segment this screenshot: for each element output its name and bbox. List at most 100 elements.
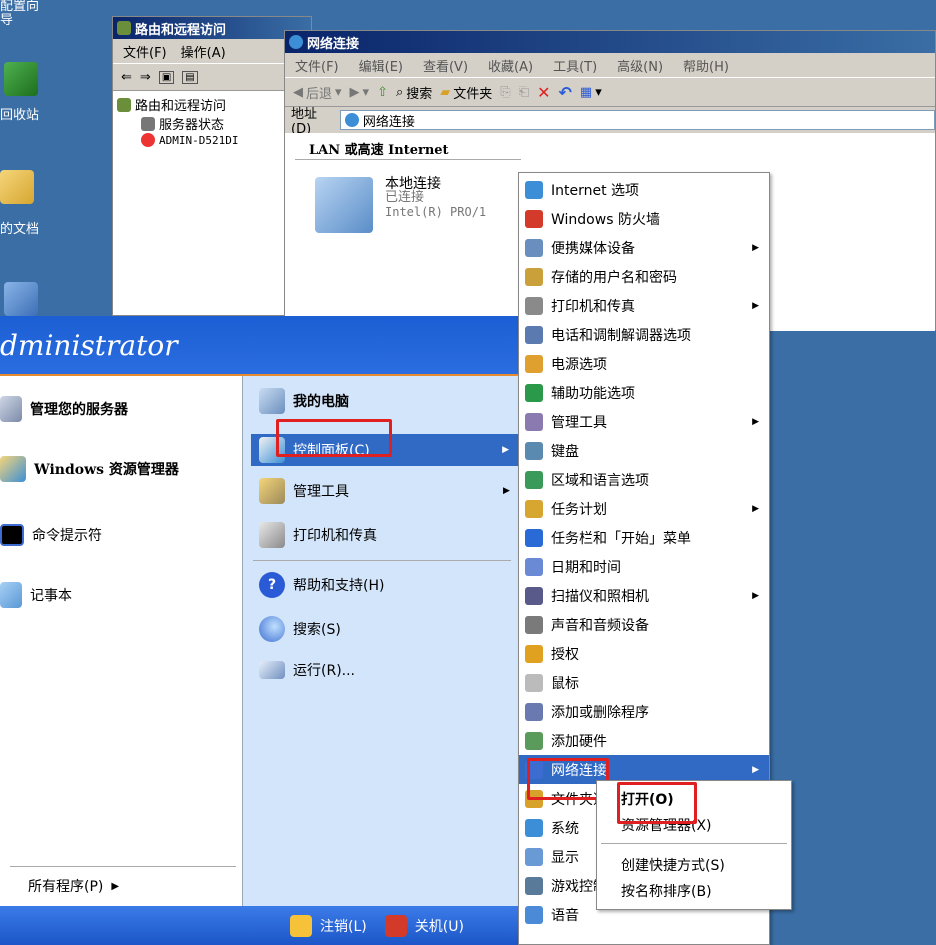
cp-item-label: Windows 防火墙 xyxy=(551,211,660,228)
menu-view[interactable]: 查看(V) xyxy=(423,56,468,75)
arrow-right-icon: ▶ xyxy=(752,590,759,601)
forward-arrow-icon[interactable]: ⇒ xyxy=(140,70,151,85)
cp-item[interactable]: 键盘 xyxy=(519,436,769,465)
rras-menu-file[interactable]: 文件(F) xyxy=(123,42,167,61)
menu-favorites[interactable]: 收藏(A) xyxy=(488,56,533,75)
cp-item[interactable]: 鼠标 xyxy=(519,668,769,697)
delete-icon[interactable]: ✕ xyxy=(537,83,550,102)
undo-icon[interactable]: ↶ xyxy=(559,83,572,102)
item-notepad[interactable]: 记事本 xyxy=(0,582,72,608)
cp-item[interactable]: 扫描仪和照相机 ▶ xyxy=(519,581,769,610)
tree-root[interactable]: 路由和远程访问 xyxy=(117,95,307,114)
menu-advanced[interactable]: 高级(N) xyxy=(617,56,663,75)
desktop-item-recycle-bin[interactable]: 回收站 xyxy=(0,62,70,123)
views-button[interactable]: ▦ ▾ xyxy=(580,85,602,100)
forward-button[interactable]: ▶ ▾ xyxy=(350,85,370,100)
rras-titlebar[interactable]: 路由和远程访问 xyxy=(113,17,311,39)
menu-edit[interactable]: 编辑(E) xyxy=(359,56,403,75)
shutdown-button[interactable]: 关机(U) xyxy=(384,914,464,937)
cp-item[interactable]: Internet 选项 xyxy=(519,175,769,204)
item-manage-server[interactable]: 管理您的服务器 xyxy=(0,396,128,422)
item-command-prompt[interactable]: 命令提示符 xyxy=(0,524,102,546)
tree-admin-server[interactable]: ADMIN-D521DI xyxy=(141,133,307,147)
cp-item-label: 便携媒体设备 xyxy=(551,240,635,257)
ctx-create-shortcut[interactable]: 创建快捷方式(S) xyxy=(621,855,725,875)
rras-icon xyxy=(117,21,131,35)
cp-item-icon xyxy=(525,180,543,199)
all-programs-button[interactable]: 所有程序(P) ▶ xyxy=(28,876,119,896)
cp-item-label: 显示 xyxy=(551,849,579,866)
rras-window: 路由和远程访问 文件(F) 操作(A) ⇐ ⇒ ▣ ▤ 路由和远程访问 服务器状… xyxy=(112,16,312,316)
left-divider xyxy=(10,866,236,867)
move-to-button[interactable]: ⎘ xyxy=(500,85,510,100)
menu-tools[interactable]: 工具(T) xyxy=(553,56,597,75)
logoff-button[interactable]: 注销(L) xyxy=(290,914,367,937)
up-button[interactable]: ⇧ xyxy=(377,85,388,100)
cp-item-icon xyxy=(525,876,543,895)
cp-item-icon xyxy=(525,209,543,228)
cp-item-icon xyxy=(525,557,543,576)
cp-item[interactable]: 任务计划 ▶ xyxy=(519,494,769,523)
item-admin-tools[interactable]: 管理工具 ▶ xyxy=(259,478,510,504)
netconn-titlebar[interactable]: 网络连接 xyxy=(285,31,935,53)
cp-item[interactable]: 电话和调制解调器选项 xyxy=(519,320,769,349)
cp-item-icon xyxy=(525,470,543,489)
search-icon xyxy=(259,616,285,642)
address-field[interactable]: 网络连接 xyxy=(339,110,935,130)
views-icon: ▦ xyxy=(579,84,593,100)
tree-server-status[interactable]: 服务器状态 xyxy=(141,114,307,133)
cp-item-label: 声音和音频设备 xyxy=(551,617,649,634)
cp-item[interactable]: 添加硬件 xyxy=(519,726,769,755)
computer-icon[interactable] xyxy=(4,282,38,316)
cp-item-icon xyxy=(525,673,543,692)
cp-item[interactable]: 声音和音频设备 xyxy=(519,610,769,639)
item-help[interactable]: ? 帮助和支持(H) xyxy=(259,572,384,598)
cp-item[interactable]: 区域和语言选项 xyxy=(519,465,769,494)
cp-item-icon xyxy=(525,296,543,315)
menu-help[interactable]: 帮助(H) xyxy=(683,56,729,75)
rras-title: 路由和远程访问 xyxy=(135,22,227,38)
cp-item[interactable]: 管理工具 ▶ xyxy=(519,407,769,436)
folders-button[interactable]: ▰ 文件夹 xyxy=(440,83,492,102)
cp-item[interactable]: 授权 xyxy=(519,639,769,668)
cp-item[interactable]: 存储的用户名和密码 xyxy=(519,262,769,291)
cp-item-label: 添加硬件 xyxy=(551,733,607,750)
cp-item[interactable]: 任务栏和「开始」菜单 xyxy=(519,523,769,552)
view-icon[interactable]: ▤ xyxy=(182,70,198,84)
cp-item[interactable]: 便携媒体设备 ▶ xyxy=(519,233,769,262)
my-computer-icon xyxy=(259,388,285,414)
up-folder-icon[interactable]: ▣ xyxy=(158,70,175,84)
search-icon: ⌕ xyxy=(395,84,404,100)
cp-item-label: 辅助功能选项 xyxy=(551,385,635,402)
cp-item[interactable]: 添加或删除程序 xyxy=(519,697,769,726)
copy-to-button[interactable]: ⎗ xyxy=(519,85,529,100)
desktop-item-label: 的文档 xyxy=(0,222,40,237)
cp-item[interactable]: 辅助功能选项 xyxy=(519,378,769,407)
ctx-sort-by-name[interactable]: 按名称排序(B) xyxy=(621,881,712,901)
cp-item-icon xyxy=(525,847,543,866)
server-icon xyxy=(141,116,155,131)
search-button[interactable]: ⌕ 搜索 xyxy=(396,83,432,102)
item-windows-explorer[interactable]: Windows 资源管理器 xyxy=(0,456,179,482)
desktop-item-my-documents[interactable]: 的文档 xyxy=(0,170,70,237)
item-run[interactable]: 运行(R)... xyxy=(259,660,355,680)
item-my-computer[interactable]: 我的电脑 xyxy=(259,388,349,414)
cp-item[interactable]: 日期和时间 xyxy=(519,552,769,581)
local-connection[interactable]: 本地连接 已连接 Intel(R) PRO/1 xyxy=(315,177,486,233)
cmd-icon xyxy=(0,524,24,546)
help-icon: ? xyxy=(259,572,285,598)
item-printers[interactable]: 打印机和传真 xyxy=(259,522,377,548)
cp-item[interactable]: 打印机和传真 ▶ xyxy=(519,291,769,320)
back-arrow-icon[interactable]: ⇐ xyxy=(121,70,132,85)
cp-item[interactable]: Windows 防火墙 xyxy=(519,204,769,233)
desktop-item-config-wizard[interactable]: 配置向 导 xyxy=(0,0,70,28)
highlight-control-panel xyxy=(276,419,392,457)
item-search[interactable]: 搜索(S) xyxy=(259,616,341,642)
desktop-item-label: 配置向 导 xyxy=(0,0,40,28)
rras-menu-action[interactable]: 操作(A) xyxy=(181,42,226,61)
folder-icon xyxy=(0,170,34,204)
menu-file[interactable]: 文件(F) xyxy=(295,56,339,75)
back-button[interactable]: ◀ 后退 ▾ xyxy=(293,83,342,102)
cp-item[interactable]: 电源选项 xyxy=(519,349,769,378)
arrow-right-icon: ▶ xyxy=(752,503,759,514)
